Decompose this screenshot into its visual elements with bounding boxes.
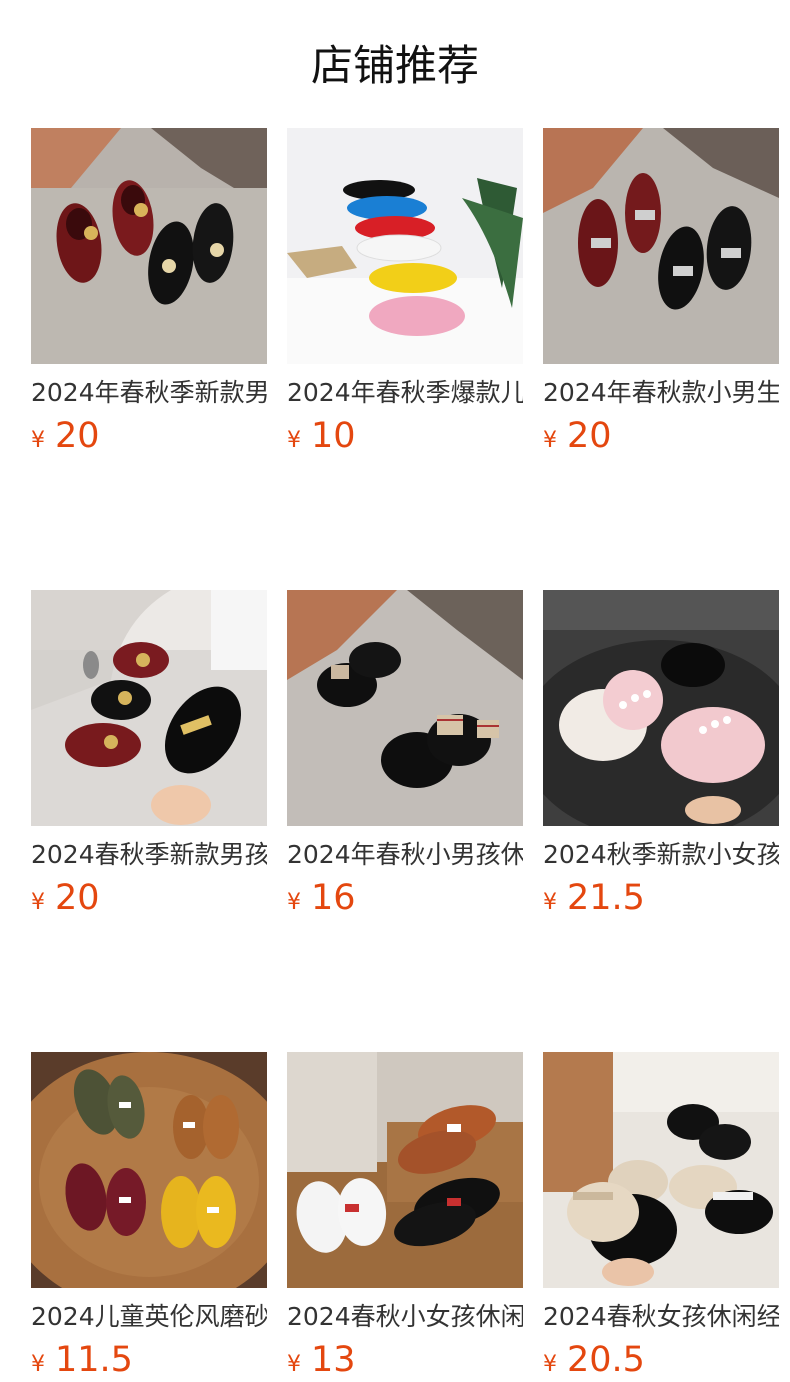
product-image[interactable] [543, 1052, 779, 1288]
product-name[interactable]: 2024年春秋季新款男 [31, 376, 267, 410]
price-amount: 16 [311, 878, 356, 918]
product-image[interactable] [31, 128, 267, 364]
currency-symbol: ¥ [287, 1352, 301, 1377]
product-name[interactable]: 2024春秋女孩休闲经 [543, 1300, 779, 1334]
product-name[interactable]: 2024春秋季新款男孩 [31, 838, 267, 872]
product-price: ¥ 20 [543, 416, 779, 458]
price-amount: 10 [311, 416, 356, 456]
currency-symbol: ¥ [287, 890, 301, 915]
product-card[interactable]: 2024春秋季新款男孩 ¥ 20 [31, 590, 267, 920]
currency-symbol: ¥ [31, 428, 45, 453]
product-card[interactable]: 2024年春秋季新款男 ¥ 20 [31, 128, 267, 458]
product-name[interactable]: 2024年春秋小男孩休 [287, 838, 523, 872]
product-price: ¥ 11.5 [31, 1340, 267, 1382]
price-amount: 13 [311, 1340, 356, 1380]
product-image[interactable] [287, 128, 523, 364]
product-card[interactable]: 2024儿童英伦风磨砂 ¥ 11.5 [31, 1052, 267, 1382]
currency-symbol: ¥ [287, 428, 301, 453]
currency-symbol: ¥ [31, 1352, 45, 1377]
price-amount: 20 [55, 878, 100, 918]
product-card[interactable]: 2024春秋女孩休闲经 ¥ 20.5 [543, 1052, 779, 1382]
currency-symbol: ¥ [543, 890, 557, 915]
product-card[interactable]: 2024秋季新款小女孩 ¥ 21.5 [543, 590, 779, 920]
product-price: ¥ 21.5 [543, 878, 779, 920]
product-card[interactable]: 2024年春秋季爆款儿 ¥ 10 [287, 128, 523, 458]
product-price: ¥ 20 [31, 416, 267, 458]
page-title: 店铺推荐 [310, 41, 479, 90]
product-card[interactable]: 2024春秋小女孩休闲 ¥ 13 [287, 1052, 523, 1382]
product-name[interactable]: 2024年春秋季爆款儿 [287, 376, 523, 410]
product-grid: 2024年春秋季新款男 ¥ 20 2024年春秋季爆款儿 ¥ 10 2024年春… [31, 128, 779, 1382]
product-name[interactable]: 2024年春秋款小男生 [543, 376, 779, 410]
price-amount: 11.5 [55, 1340, 133, 1380]
product-name[interactable]: 2024春秋小女孩休闲 [287, 1300, 523, 1334]
product-image[interactable] [31, 1052, 267, 1288]
currency-symbol: ¥ [31, 890, 45, 915]
product-price: ¥ 20 [31, 878, 267, 920]
product-price: ¥ 13 [287, 1340, 523, 1382]
price-amount: 20.5 [567, 1340, 645, 1380]
product-name[interactable]: 2024秋季新款小女孩 [543, 838, 779, 872]
product-image[interactable] [543, 128, 779, 364]
product-price: ¥ 10 [287, 416, 523, 458]
currency-symbol: ¥ [543, 428, 557, 453]
currency-symbol: ¥ [543, 1352, 557, 1377]
product-card[interactable]: 2024年春秋款小男生 ¥ 20 [543, 128, 779, 458]
product-image[interactable] [287, 590, 523, 826]
price-amount: 20 [55, 416, 100, 456]
product-image[interactable] [543, 590, 779, 826]
price-amount: 21.5 [567, 878, 645, 918]
product-image[interactable] [31, 590, 267, 826]
price-amount: 20 [567, 416, 612, 456]
product-image[interactable] [287, 1052, 523, 1288]
product-price: ¥ 20.5 [543, 1340, 779, 1382]
product-price: ¥ 16 [287, 878, 523, 920]
product-name[interactable]: 2024儿童英伦风磨砂 [31, 1300, 267, 1334]
product-card[interactable]: 2024年春秋小男孩休 ¥ 16 [287, 590, 523, 920]
